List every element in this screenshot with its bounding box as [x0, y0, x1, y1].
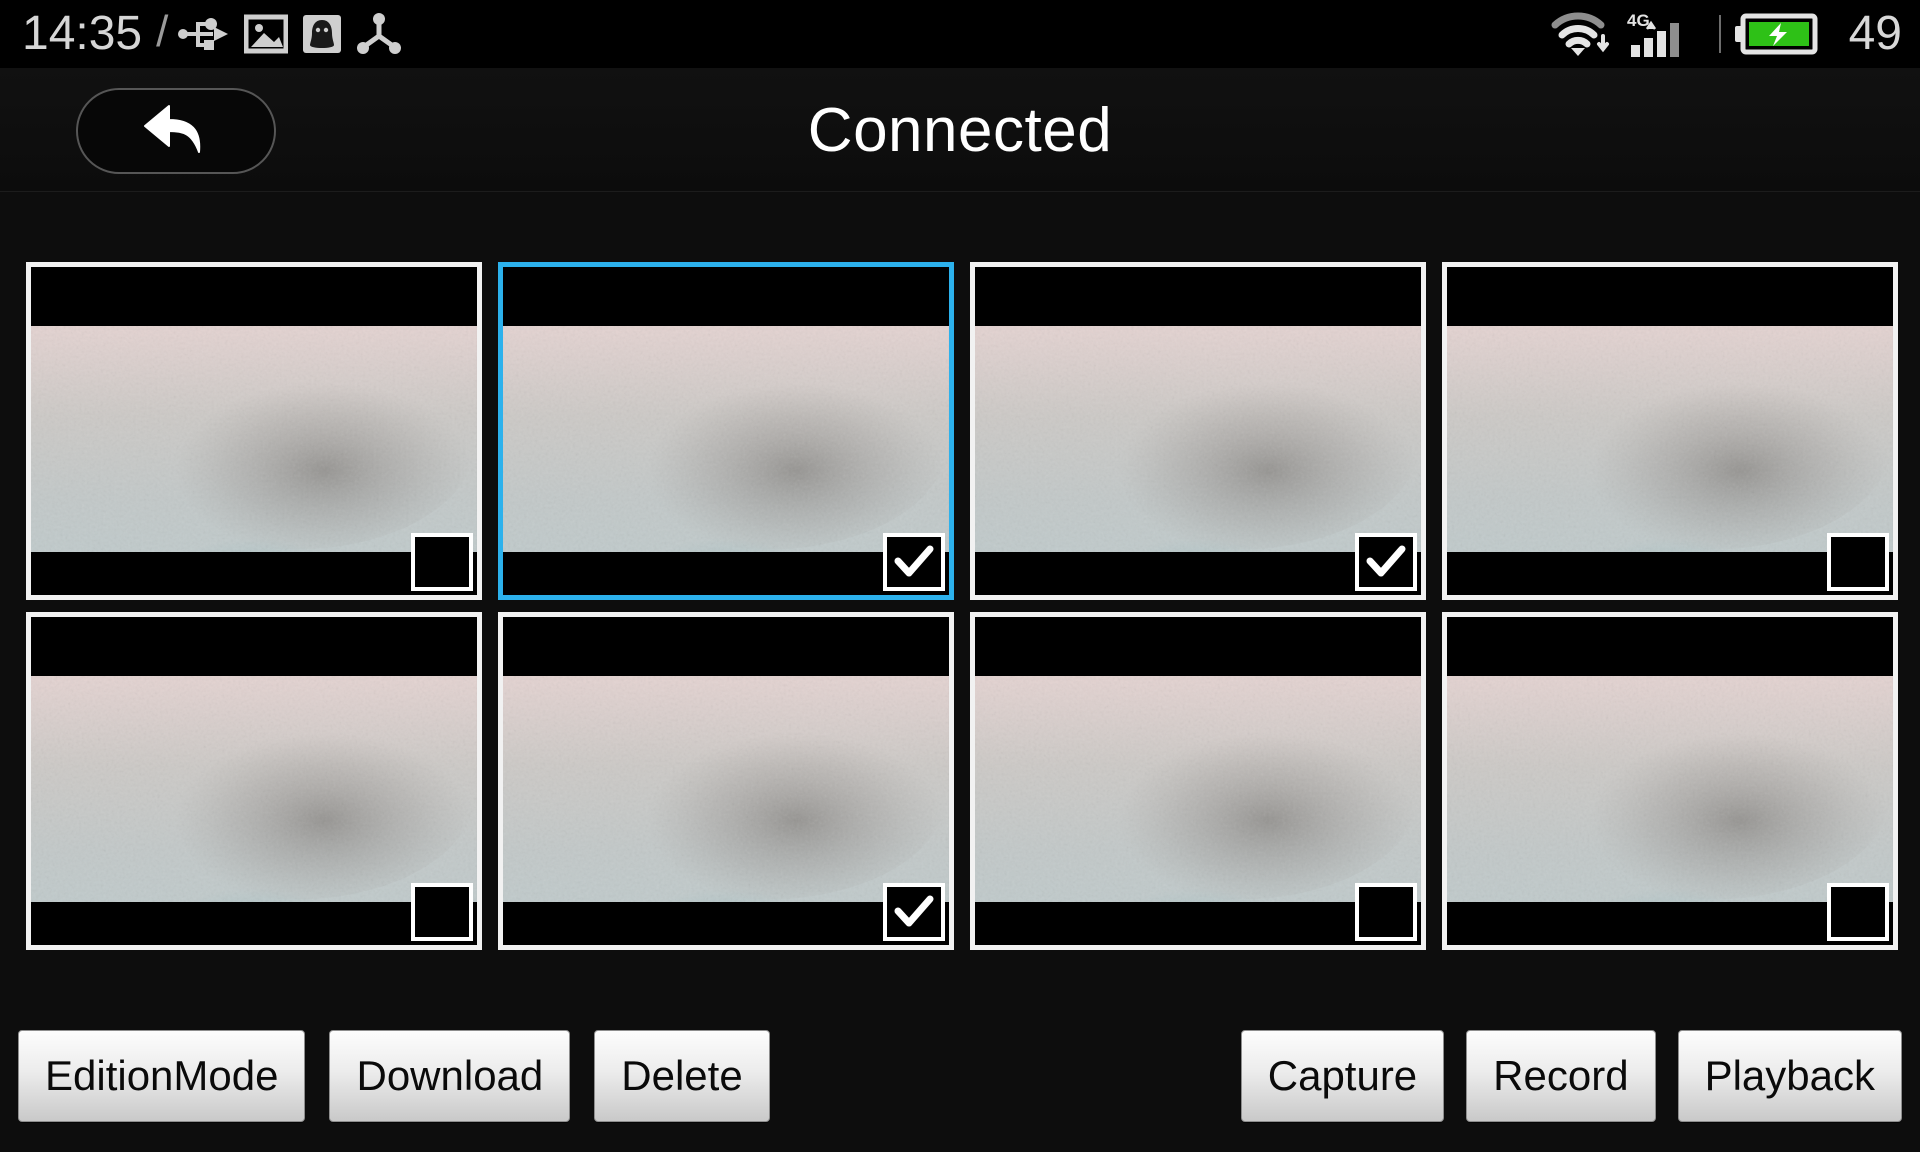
thumbnail-checkbox[interactable]	[883, 533, 945, 591]
bottom-toolbar: EditionMode Download Delete Capture Record P…	[0, 1002, 1920, 1152]
thumbnail-checkbox[interactable]	[411, 533, 473, 591]
button-label: Capture	[1267, 1052, 1418, 1099]
thumbnail-item[interactable]	[1442, 262, 1898, 600]
thumbnail-checkbox[interactable]	[1355, 533, 1417, 591]
usb-icon	[178, 15, 230, 53]
thumbnail-letterbox-top	[1447, 267, 1893, 327]
button-label: Playback	[1704, 1052, 1875, 1099]
button-label: Delete	[621, 1052, 743, 1099]
thumbnail-item[interactable]	[26, 262, 482, 600]
thumbnail-item[interactable]	[498, 262, 954, 600]
share-node-icon	[356, 12, 402, 56]
button-label: Download	[356, 1052, 544, 1099]
download-button[interactable]: Download	[329, 1030, 571, 1122]
thumbnail-checkbox[interactable]	[1355, 883, 1417, 941]
battery-charging-icon	[1734, 11, 1821, 57]
button-label: Record	[1493, 1052, 1629, 1099]
record-button[interactable]: Record	[1466, 1030, 1656, 1122]
toolbar-right-group: Capture Record Playback	[1240, 1030, 1902, 1122]
thumbnail-checkbox[interactable]	[1827, 533, 1889, 591]
thumbnail-item[interactable]	[970, 612, 1426, 950]
toolbar-left-group: EditionMode Download Delete	[18, 1030, 770, 1122]
thumbnail-item[interactable]	[498, 612, 954, 950]
thumbnail-letterbox-top	[975, 267, 1421, 327]
signal-4g-icon: 4G	[1625, 9, 1691, 59]
status-bar: 14:35 / 4G 49	[0, 0, 1920, 68]
thumbnail-item[interactable]	[970, 262, 1426, 600]
edition-mode-button[interactable]: EditionMode	[18, 1030, 306, 1122]
page-title: Connected	[807, 95, 1113, 165]
status-divider	[1718, 15, 1721, 53]
page-header: Connected	[0, 68, 1920, 192]
status-bar-left: 14:35 /	[0, 7, 416, 60]
wifi-download-icon	[1549, 10, 1611, 58]
thumbnail-checkbox[interactable]	[1827, 883, 1889, 941]
thumbnail-checkbox[interactable]	[411, 883, 473, 941]
thumbnail-letterbox-top	[975, 617, 1421, 677]
button-label: EditionMode	[45, 1052, 279, 1099]
playback-button[interactable]: Playback	[1677, 1030, 1902, 1122]
gallery-icon	[244, 14, 289, 54]
thumbnail-letterbox-top	[1447, 617, 1893, 677]
battery-percent-label: 49	[1848, 7, 1902, 60]
thumbnail-checkbox[interactable]	[883, 883, 945, 941]
thumbnail-letterbox-top	[503, 617, 949, 677]
app-root: 14:35 / 4G 49 Connected EditionMode Down…	[0, 0, 1920, 1152]
thumbnail-letterbox-top	[31, 267, 477, 327]
thumbnail-letterbox-top	[503, 267, 949, 327]
svg-text:4G: 4G	[1627, 11, 1650, 30]
qq-icon	[302, 14, 342, 54]
thumbnail-grid	[26, 262, 1898, 950]
status-separator: /	[156, 7, 169, 56]
status-bar-right: 4G 49	[1549, 0, 1902, 68]
thumbnail-item[interactable]	[1442, 612, 1898, 950]
thumbnail-item[interactable]	[26, 612, 482, 950]
status-clock: 14:35	[22, 7, 143, 60]
delete-button[interactable]: Delete	[594, 1030, 770, 1122]
capture-button[interactable]: Capture	[1240, 1030, 1445, 1122]
thumbnail-letterbox-top	[31, 617, 477, 677]
